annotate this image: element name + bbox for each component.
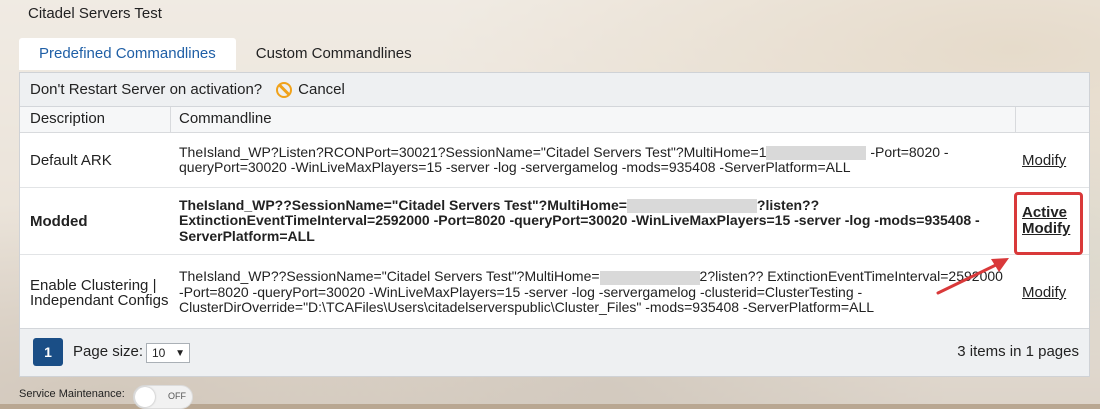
page-size-value: 10 xyxy=(152,346,166,360)
toolbar: Don't Restart Server on activation? Canc… xyxy=(20,73,1089,107)
row-action: Modify xyxy=(1022,255,1082,330)
row-commandline: TheIsland_WP?Listen?RCONPort=30021?Sessi… xyxy=(179,133,1011,187)
column-divider xyxy=(1015,107,1016,132)
cancel-button[interactable]: Cancel xyxy=(276,81,345,98)
cancel-label: Cancel xyxy=(298,81,345,98)
pager: 1 Page size: 10 ▼ 3 items in 1 pages xyxy=(20,328,1089,376)
tab-predefined-commandlines[interactable]: Predefined Commandlines xyxy=(19,38,236,70)
table-row: Default ARK TheIsland_WP?Listen?RCONPort… xyxy=(20,133,1089,188)
page-title: Citadel Servers Test xyxy=(28,5,162,22)
maintenance-toggle[interactable]: OFF xyxy=(133,385,193,409)
page-button[interactable]: 1 xyxy=(33,338,63,366)
annotation-highlight-box xyxy=(1014,192,1083,255)
row-description: Modded xyxy=(30,212,88,230)
tab-bar: Predefined Commandlines Custom Commandli… xyxy=(19,38,432,70)
row-commandline: TheIsland_WP??SessionName="Citadel Serve… xyxy=(179,188,1011,254)
page-size-label: Page size: xyxy=(73,343,144,360)
modify-link[interactable]: Modify xyxy=(1022,152,1066,169)
modify-link[interactable]: Modify xyxy=(1022,284,1066,301)
maintenance-label: Service Maintenance: xyxy=(19,388,125,400)
commandlines-panel: Don't Restart Server on activation? Canc… xyxy=(19,72,1090,377)
row-description: Enable Clustering | Independant Configs xyxy=(30,276,169,309)
table-row: Enable Clustering | Independant Configs … xyxy=(20,255,1089,330)
chevron-down-icon: ▼ xyxy=(175,348,185,359)
row-description: Default ARK xyxy=(30,151,112,169)
row-action: Modify xyxy=(1022,133,1082,187)
redacted-ip xyxy=(766,145,867,160)
row-commandline: TheIsland_WP??SessionName="Citadel Serve… xyxy=(179,255,1011,330)
column-header-commandline[interactable]: Commandline xyxy=(179,110,272,127)
table-header: Description Commandline xyxy=(20,107,1089,133)
table-row: Modded TheIsland_WP??SessionName="Citade… xyxy=(20,188,1089,255)
column-header-description[interactable]: Description xyxy=(30,110,105,127)
redacted-ip xyxy=(626,199,757,214)
page-size-select[interactable]: 10 ▼ xyxy=(146,343,190,363)
toggle-state: OFF xyxy=(168,391,186,401)
tab-custom-commandlines[interactable]: Custom Commandlines xyxy=(236,38,432,70)
commandline-text: TheIsland_WP??SessionName="Citadel Serve… xyxy=(179,268,600,285)
cancel-icon xyxy=(276,81,293,98)
items-info: 3 items in 1 pages xyxy=(957,343,1079,360)
restart-prompt: Don't Restart Server on activation? xyxy=(30,81,263,98)
commandline-text: TheIsland_WP??SessionName="Citadel Serve… xyxy=(179,196,627,213)
column-divider xyxy=(170,107,171,132)
commandline-text: TheIsland_WP?Listen?RCONPort=30021?Sessi… xyxy=(179,143,767,160)
toggle-knob xyxy=(135,387,155,407)
redacted-ip xyxy=(599,270,700,285)
